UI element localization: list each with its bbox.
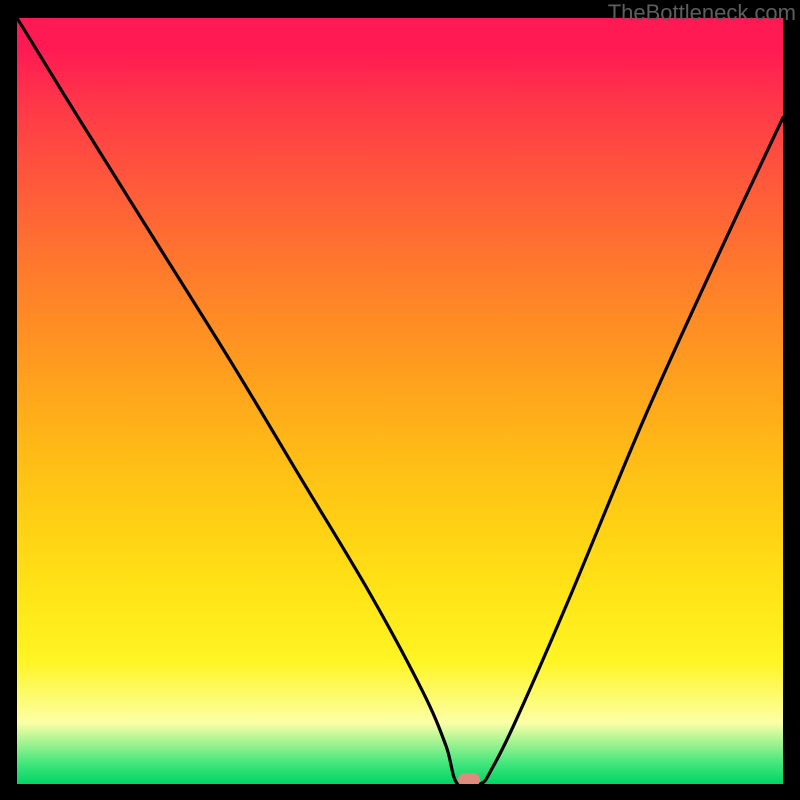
bottleneck-curve bbox=[17, 18, 783, 784]
bottleneck-chart bbox=[17, 18, 783, 784]
watermark-label: TheBottleneck.com bbox=[608, 0, 796, 26]
optimal-point-marker bbox=[458, 773, 480, 784]
